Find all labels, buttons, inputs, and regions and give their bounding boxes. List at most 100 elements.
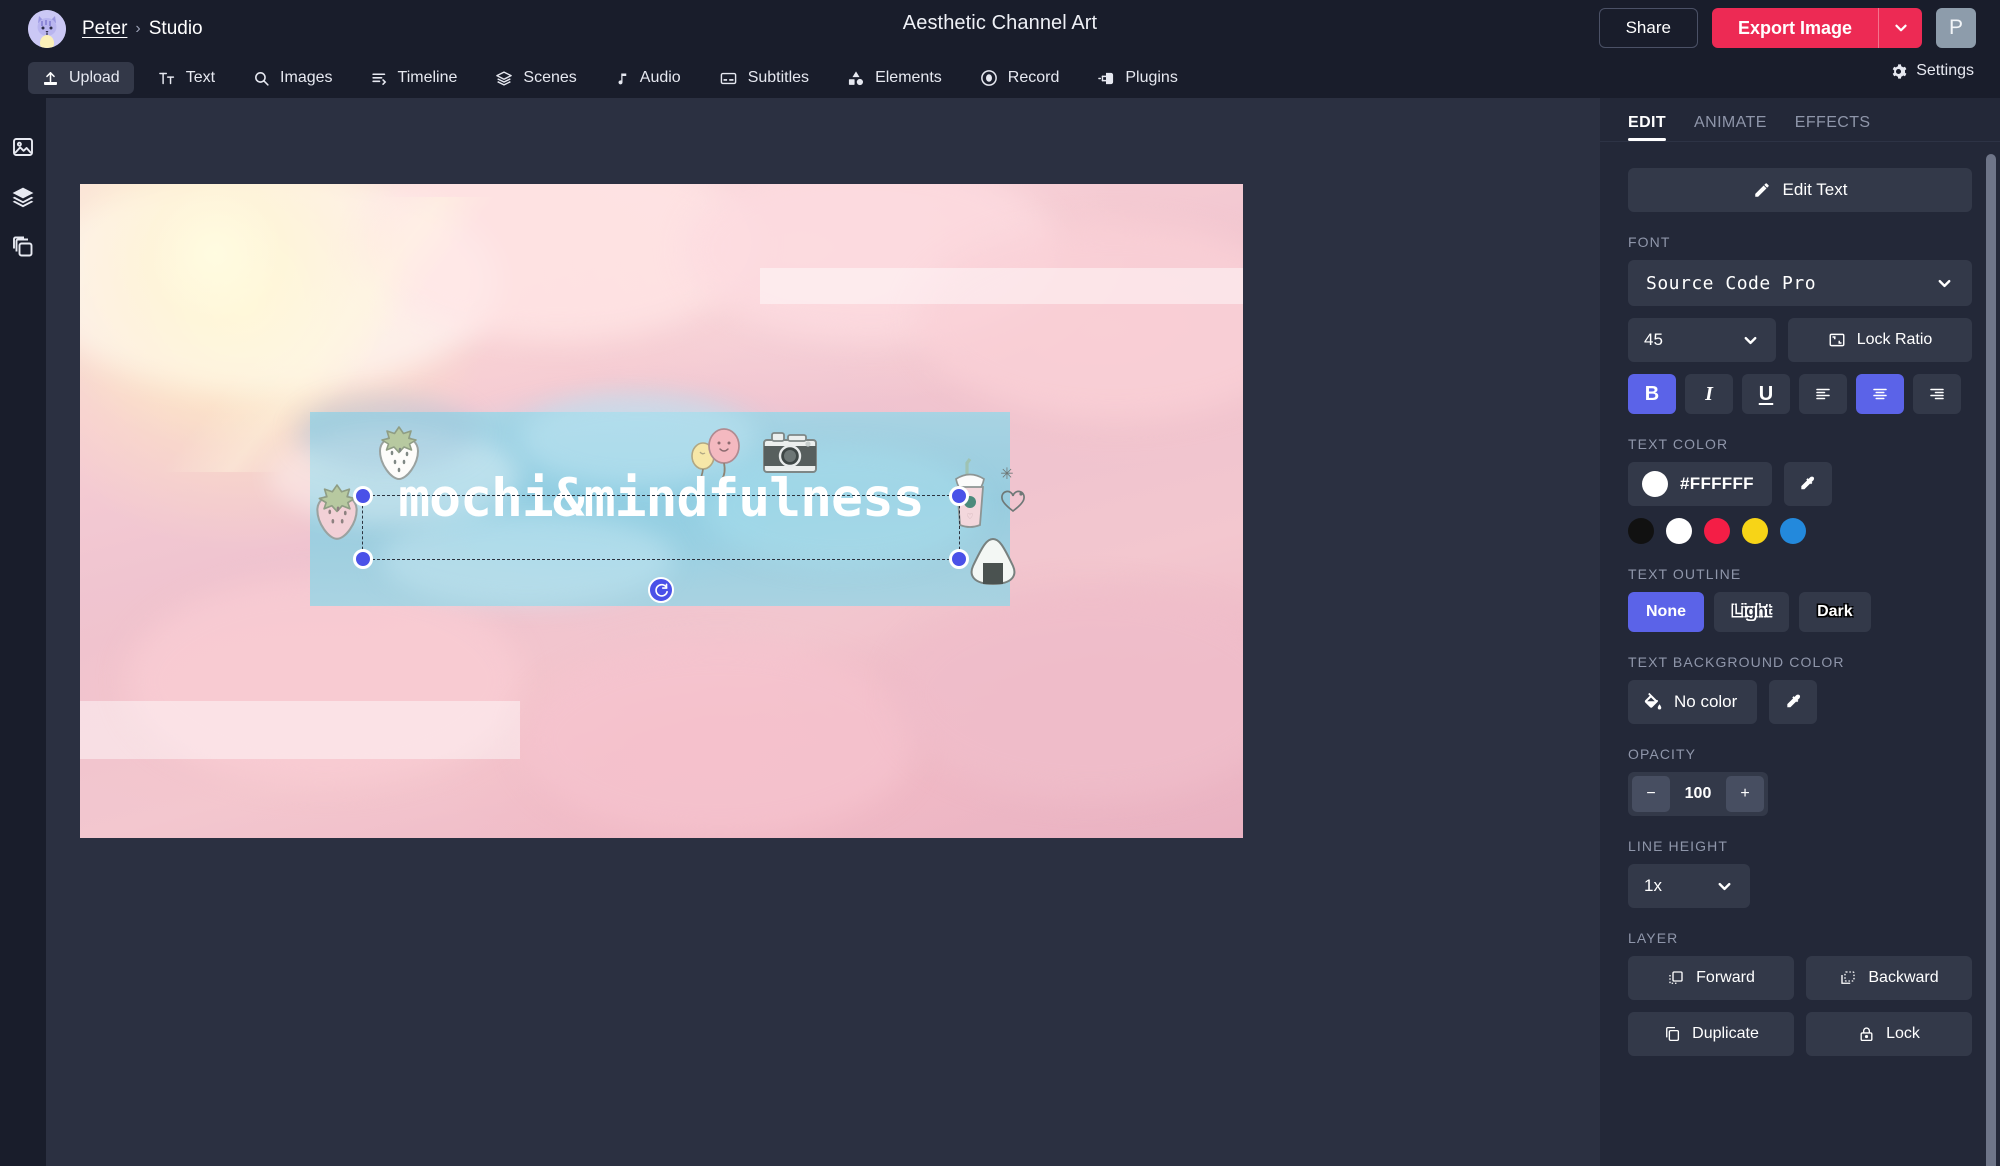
- subtitles-icon: [720, 72, 736, 84]
- panel-scrollbar[interactable]: [1986, 154, 1996, 1166]
- lock-ratio-label: Lock Ratio: [1856, 331, 1933, 348]
- sparkle-sticker[interactable]: ✳: [998, 464, 1016, 489]
- tool-record-label: Record: [1007, 69, 1060, 86]
- sidebar-item-layers[interactable]: [0, 172, 46, 222]
- align-center-icon: [1873, 388, 1887, 400]
- export-image-button[interactable]: Export Image: [1711, 8, 1878, 48]
- lock-ratio-button[interactable]: Lock Ratio: [1788, 318, 1972, 362]
- heart-outline-sticker[interactable]: [1000, 490, 1026, 519]
- align-right-button[interactable]: [1913, 374, 1961, 414]
- sidebar-item-copies[interactable]: [0, 222, 46, 272]
- align-center-button[interactable]: [1856, 374, 1904, 414]
- selection-box[interactable]: [353, 486, 969, 603]
- opacity-decrease-button[interactable]: −: [1632, 776, 1670, 812]
- outline-none-button[interactable]: None: [1628, 592, 1704, 632]
- onigiri-sticker[interactable]: [965, 536, 1021, 595]
- text-background-row: No color: [1628, 680, 1972, 724]
- color-preset-black[interactable]: [1628, 518, 1654, 544]
- edit-text-button[interactable]: Edit Text: [1628, 168, 1972, 212]
- tool-text[interactable]: Text: [144, 62, 229, 94]
- scenes-icon: [496, 70, 513, 86]
- opacity-stepper: − 100 +: [1628, 772, 1768, 816]
- chevron-down-icon: [1744, 336, 1757, 344]
- overlay-band-top: [760, 268, 1243, 304]
- tool-audio[interactable]: Audio: [601, 62, 695, 94]
- text-background-section-label: TEXT BACKGROUND COLOR: [1628, 654, 1845, 670]
- resize-handle-bottom-right[interactable]: [949, 549, 969, 569]
- opacity-increase-button[interactable]: +: [1726, 776, 1764, 812]
- color-preset-red[interactable]: [1704, 518, 1730, 544]
- breadcrumb-user[interactable]: Peter: [82, 18, 127, 40]
- text-color-presets: [1628, 518, 1972, 544]
- line-height-select[interactable]: 1x: [1628, 864, 1750, 908]
- send-backward-icon: [1841, 971, 1856, 984]
- upload-icon: [44, 71, 57, 85]
- bold-button[interactable]: B: [1628, 374, 1676, 414]
- tab-effects[interactable]: EFFECTS: [1795, 114, 1871, 141]
- audio-note-icon: [618, 73, 627, 84]
- text-color-display[interactable]: #FFFFFF: [1628, 462, 1772, 506]
- share-button[interactable]: Share: [1598, 8, 1698, 48]
- tab-animate[interactable]: ANIMATE: [1694, 114, 1767, 141]
- settings-button[interactable]: Settings: [1890, 62, 1974, 80]
- color-preset-yellow[interactable]: [1742, 518, 1768, 544]
- chevron-down-icon: [1938, 279, 1951, 287]
- avatar[interactable]: [28, 10, 66, 48]
- duplicate-button[interactable]: Duplicate: [1628, 1012, 1794, 1056]
- artboard[interactable]: ♡ ✳ mochi&mindfulness: [80, 184, 1243, 838]
- italic-button[interactable]: I: [1685, 374, 1733, 414]
- tool-upload[interactable]: Upload: [28, 62, 134, 94]
- tool-upload-label: Upload: [69, 69, 120, 86]
- tool-plugins[interactable]: Plugins: [1083, 62, 1191, 94]
- tool-elements[interactable]: Elements: [833, 62, 956, 94]
- font-section-label: FONT: [1628, 234, 1671, 250]
- resize-handle-bottom-left[interactable]: [353, 549, 373, 569]
- line-height-value: 1x: [1644, 876, 1662, 895]
- rotate-handle[interactable]: [648, 577, 674, 603]
- bring-forward-button[interactable]: Forward: [1628, 956, 1794, 1000]
- send-backward-button[interactable]: Backward: [1806, 956, 1972, 1000]
- opacity-value[interactable]: 100: [1670, 785, 1726, 803]
- left-sidebar: [0, 98, 46, 1166]
- eyedropper-icon: [1787, 694, 1800, 707]
- duplicate-icon: [1666, 1026, 1680, 1042]
- export-options-caret[interactable]: [1878, 8, 1922, 48]
- underline-button[interactable]: U: [1742, 374, 1790, 414]
- tool-subtitles[interactable]: Subtitles: [705, 62, 823, 94]
- color-preset-blue[interactable]: [1780, 518, 1806, 544]
- text-background-value-button[interactable]: No color: [1628, 680, 1758, 724]
- image-icon: [13, 138, 33, 156]
- header-actions: Share Export Image P: [1598, 8, 1976, 48]
- tool-scenes[interactable]: Scenes: [481, 62, 590, 94]
- tool-timeline[interactable]: Timeline: [357, 62, 472, 94]
- copies-icon: [13, 236, 33, 257]
- text-color-eyedropper[interactable]: [1783, 462, 1832, 506]
- studio-app: Peter › Studio Aesthetic Channel Art Sha…: [0, 0, 2000, 1166]
- profile-button[interactable]: P: [1936, 8, 1976, 48]
- export-group: Export Image: [1711, 8, 1922, 48]
- canvas-stage[interactable]: ♡ ✳ mochi&mindfulness: [46, 98, 1600, 1166]
- resize-handle-top-right[interactable]: [949, 486, 969, 506]
- gear-icon: [1892, 63, 1907, 79]
- tool-record[interactable]: Record: [966, 62, 1074, 94]
- font-family-select[interactable]: Source Code Pro: [1628, 260, 1972, 306]
- text-outline-section-label: TEXT OUTLINE: [1628, 566, 1742, 582]
- elements-icon: [848, 70, 864, 85]
- send-backward-label: Backward: [1868, 969, 1939, 986]
- color-preset-white[interactable]: [1666, 518, 1692, 544]
- tab-edit[interactable]: EDIT: [1628, 114, 1667, 141]
- text-icon: [158, 72, 174, 84]
- lock-button[interactable]: Lock: [1806, 1012, 1972, 1056]
- outline-dark-button[interactable]: Dark: [1799, 592, 1871, 632]
- align-left-button[interactable]: [1799, 374, 1847, 414]
- font-size-select[interactable]: 45: [1628, 318, 1776, 362]
- resize-handle-top-left[interactable]: [353, 486, 373, 506]
- outline-light-button[interactable]: Light: [1714, 592, 1790, 632]
- app-header: Peter › Studio Aesthetic Channel Art Sha…: [0, 0, 2000, 98]
- tool-timeline-label: Timeline: [397, 69, 458, 86]
- overlay-band-bottom: [80, 701, 520, 759]
- tool-images[interactable]: Images: [239, 62, 346, 94]
- timeline-icon: [371, 72, 386, 85]
- text-background-eyedropper[interactable]: [1769, 680, 1818, 724]
- sidebar-item-media[interactable]: [0, 122, 46, 172]
